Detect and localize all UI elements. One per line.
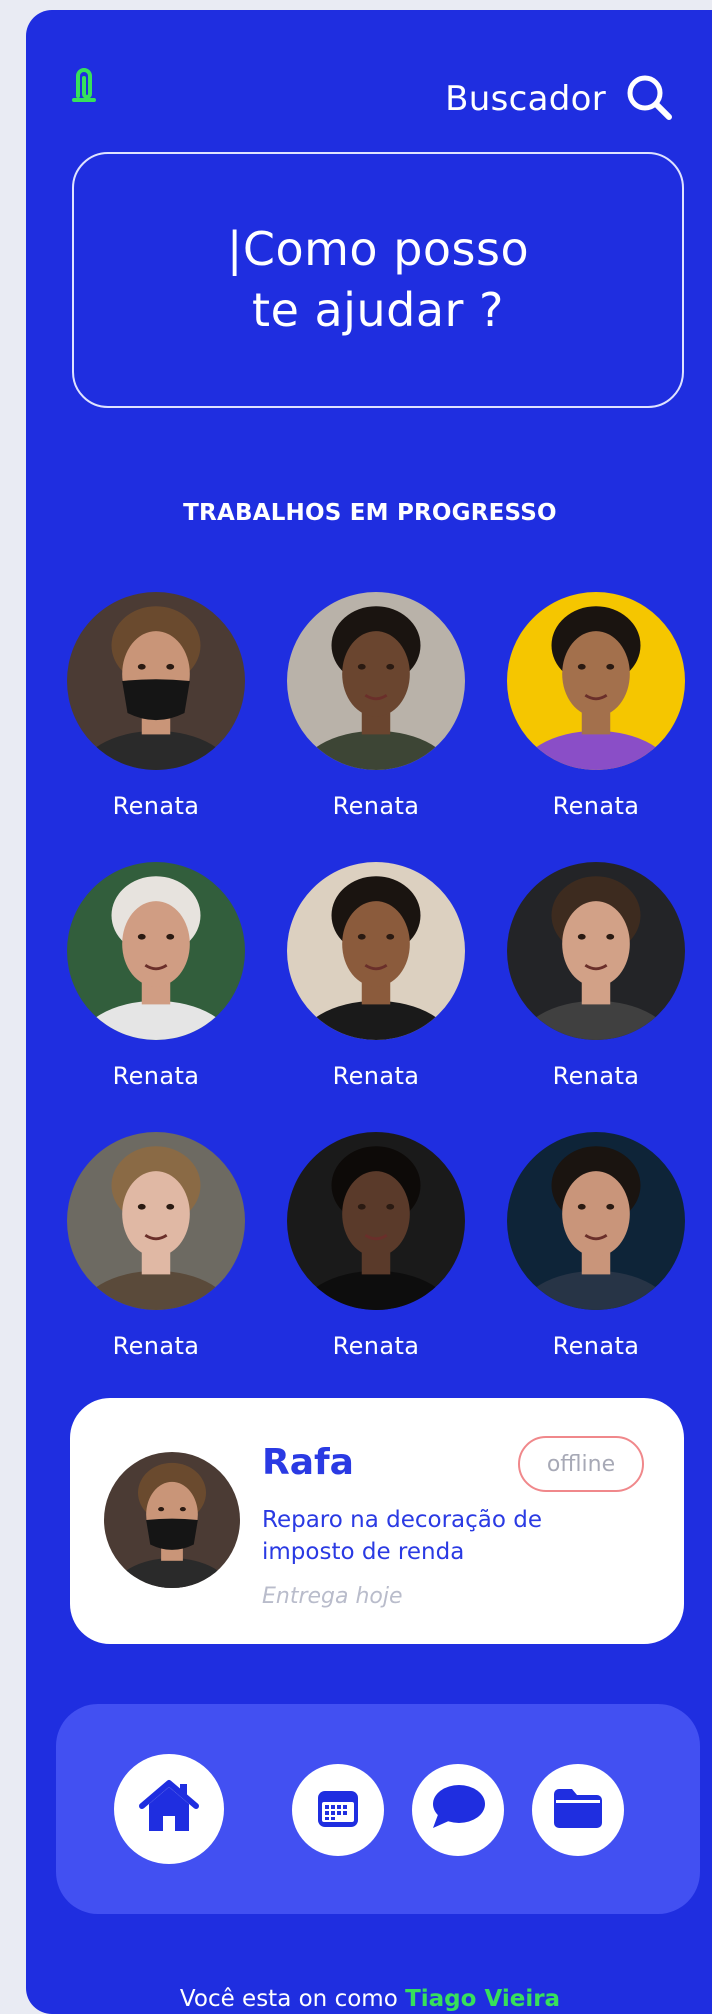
person-item[interactable]: Renata	[66, 1132, 246, 1360]
avatar	[67, 592, 245, 770]
avatar	[287, 592, 465, 770]
person-item[interactable]: Renata	[506, 1132, 686, 1360]
card-person-name: Rafa	[262, 1442, 354, 1483]
avatar	[507, 1132, 685, 1310]
task-due: Entrega hoje	[262, 1584, 403, 1609]
person-item[interactable]: Renata	[506, 862, 686, 1090]
calendar-button[interactable]	[292, 1764, 384, 1856]
card-avatar	[104, 1452, 240, 1588]
person-name: Renata	[112, 792, 200, 820]
chat-icon	[429, 1782, 487, 1838]
search-label: Buscador	[445, 79, 606, 119]
person-name: Renata	[112, 1062, 200, 1090]
login-status: Você esta on como Tiago Vieira	[26, 1986, 712, 2012]
person-name: Renata	[112, 1332, 200, 1360]
person-item[interactable]: Renata	[66, 862, 246, 1090]
task-card[interactable]: Rafa offline Reparo na decoração de impo…	[70, 1398, 684, 1644]
search-icon	[624, 72, 674, 126]
person-name: Renata	[332, 792, 420, 820]
help-prompt-text: |Como posso te ajudar ?	[226, 222, 530, 337]
person-item[interactable]: Renata	[286, 862, 466, 1090]
logged-user-name[interactable]: Tiago Vieira	[405, 1986, 560, 2012]
person-item[interactable]: Renata	[66, 592, 246, 820]
section-title: TRABALHOS EM PROGRESSO	[183, 500, 557, 526]
person-item[interactable]: Renata	[286, 1132, 466, 1360]
help-prompt-box[interactable]: |Como posso te ajudar ?	[72, 152, 684, 408]
status-badge: offline	[518, 1436, 644, 1492]
avatar	[507, 862, 685, 1040]
avatar	[507, 592, 685, 770]
folder-button[interactable]	[532, 1764, 624, 1856]
app-screen: Buscador |Como posso te ajudar ? TRABALH…	[26, 10, 712, 2014]
avatar	[287, 1132, 465, 1310]
chat-button[interactable]	[412, 1764, 504, 1856]
login-status-prefix: Você esta on como	[179, 1986, 406, 2012]
task-description: Reparo na decoração de imposto de renda	[262, 1507, 542, 1565]
paperclip-logo-icon[interactable]	[70, 66, 98, 110]
person-name: Renata	[552, 1062, 640, 1090]
search-button[interactable]: Buscador	[445, 72, 674, 126]
bottom-nav	[56, 1704, 700, 1914]
calendar-icon	[314, 1784, 362, 1836]
avatar	[287, 862, 465, 1040]
person-name: Renata	[332, 1062, 420, 1090]
person-name: Renata	[552, 1332, 640, 1360]
person-item[interactable]: Renata	[506, 592, 686, 820]
person-name: Renata	[552, 792, 640, 820]
avatar	[67, 862, 245, 1040]
folder-icon	[550, 1784, 606, 1836]
person-item[interactable]: Renata	[286, 592, 466, 820]
avatar	[67, 1132, 245, 1310]
home-button[interactable]	[114, 1754, 224, 1864]
home-icon	[136, 1774, 202, 1844]
person-name: Renata	[332, 1332, 420, 1360]
